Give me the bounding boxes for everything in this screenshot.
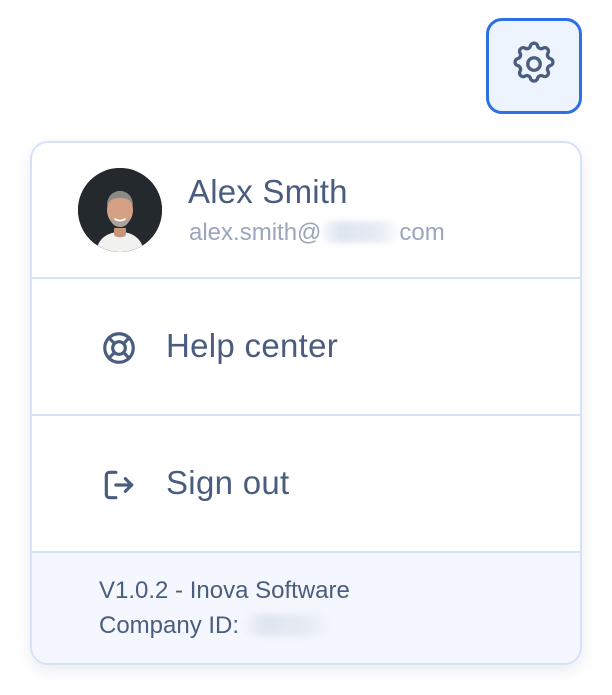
user-name: Alex Smith — [188, 173, 348, 210]
help-center-label: Help center — [166, 327, 339, 364]
gear-icon — [509, 39, 559, 94]
company-id: Company ID: — [99, 612, 330, 640]
version-text: V1.0.2 - Inova Software — [99, 577, 350, 604]
email-prefix: alex.smith@ — [189, 219, 322, 246]
redacted-domain — [321, 221, 400, 243]
account-dropdown-menu: Alex Smith alex.smith@ com Help center Si… — [30, 141, 582, 665]
company-id-label: Company ID: — [99, 612, 240, 639]
email-suffix: com — [399, 219, 445, 246]
avatar — [78, 168, 162, 252]
menu-footer: V1.0.2 - Inova Software Company ID: — [32, 553, 580, 663]
redacted-company-id — [245, 614, 330, 636]
profile-section: Alex Smith alex.smith@ com — [32, 143, 580, 279]
menu-item-help-center[interactable]: Help center — [32, 279, 580, 416]
settings-button[interactable] — [486, 18, 582, 114]
menu-item-sign-out[interactable]: Sign out — [32, 416, 580, 553]
sign-out-label: Sign out — [166, 464, 290, 501]
sign-out-icon — [100, 466, 138, 504]
user-email: alex.smith@ com — [189, 219, 445, 247]
lifebuoy-icon — [100, 329, 138, 367]
